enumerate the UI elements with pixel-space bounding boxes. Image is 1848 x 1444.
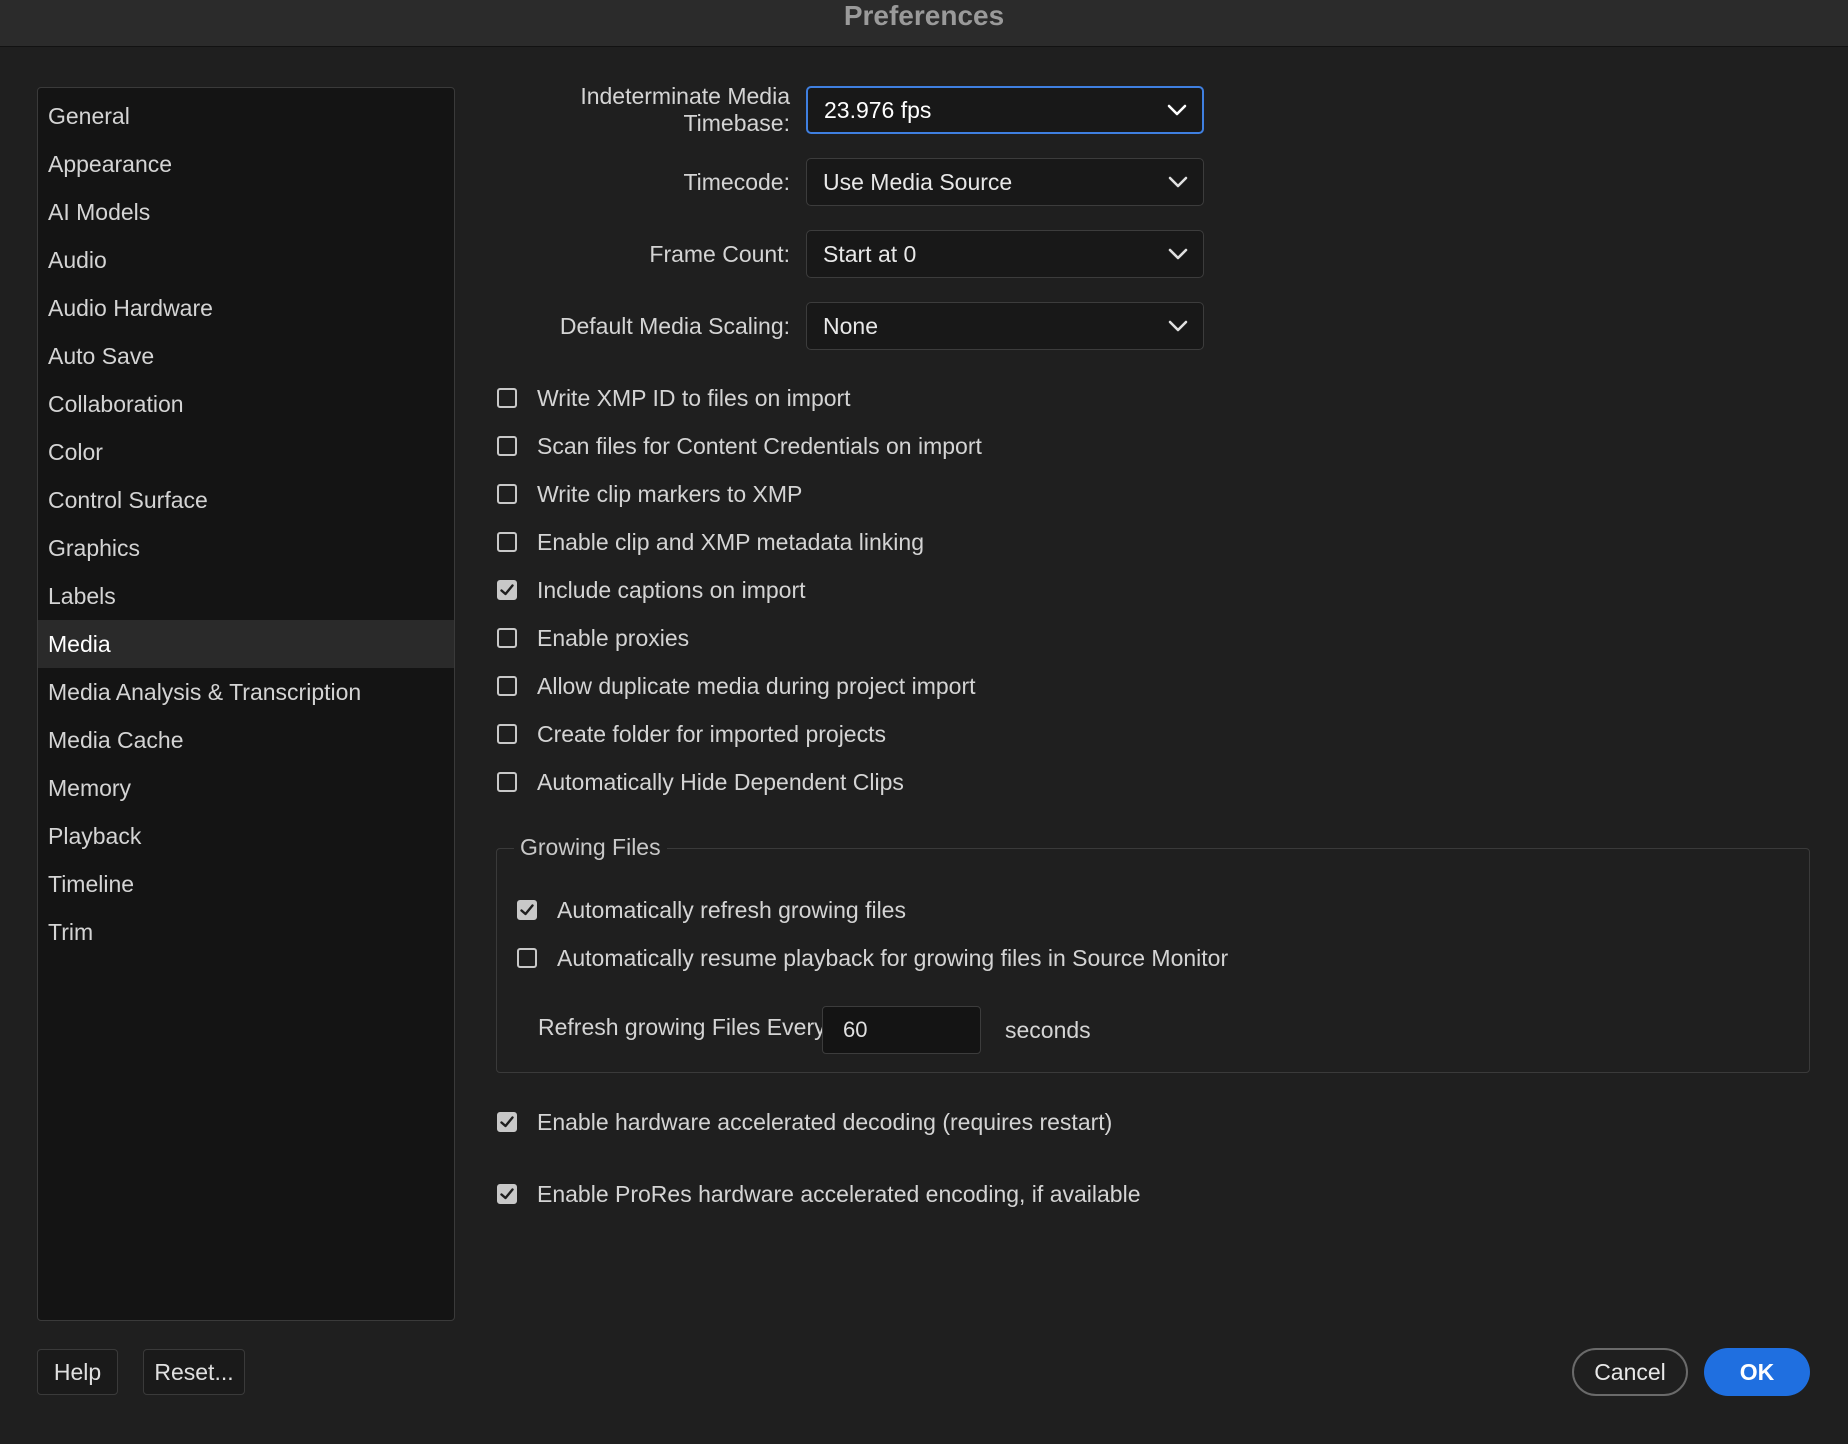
cancel-button[interactable]: Cancel bbox=[1572, 1348, 1688, 1396]
checkbox[interactable] bbox=[497, 724, 517, 744]
sidebar-item-general[interactable]: General bbox=[38, 92, 454, 140]
checkbox[interactable] bbox=[497, 388, 517, 408]
sidebar-item-audio-hardware[interactable]: Audio Hardware bbox=[38, 284, 454, 332]
sidebar-item-media-analysis[interactable]: Media Analysis & Transcription bbox=[38, 668, 454, 716]
prores-encoding-checkbox-row[interactable]: Enable ProRes hardware accelerated encod… bbox=[497, 1174, 1140, 1214]
checkbox-label: Enable hardware accelerated decoding (re… bbox=[537, 1108, 1113, 1135]
sidebar-item-trim[interactable]: Trim bbox=[38, 908, 454, 956]
chevron-down-icon bbox=[1167, 243, 1189, 265]
scan-content-credentials-checkbox-row[interactable]: Scan files for Content Credentials on im… bbox=[497, 426, 982, 466]
checkmark-icon bbox=[500, 584, 514, 596]
checkbox-label: Include captions on import bbox=[537, 576, 806, 603]
sidebar-item-control-surface[interactable]: Control Surface bbox=[38, 476, 454, 524]
timebase-label: Indeterminate Media Timebase: bbox=[580, 83, 790, 136]
checkbox-label: Write XMP ID to files on import bbox=[537, 384, 851, 411]
hide-dependent-clips-checkbox-row[interactable]: Automatically Hide Dependent Clips bbox=[497, 762, 904, 802]
frame-count-row: Frame Count: Start at 0 bbox=[480, 229, 1222, 279]
sidebar-item-labels[interactable]: Labels bbox=[38, 572, 454, 620]
sidebar-item-appearance[interactable]: Appearance bbox=[38, 140, 454, 188]
checkmark-icon bbox=[500, 1188, 514, 1200]
checkbox[interactable] bbox=[497, 772, 517, 792]
hw-decoding-checkbox-row[interactable]: Enable hardware accelerated decoding (re… bbox=[497, 1102, 1112, 1142]
refresh-interval-input[interactable]: 60 bbox=[822, 1006, 981, 1054]
chevron-down-icon bbox=[1167, 171, 1189, 193]
checkmark-icon bbox=[500, 1116, 514, 1128]
refresh-unit-label: seconds bbox=[1005, 1017, 1091, 1043]
sidebar-item-media-cache[interactable]: Media Cache bbox=[38, 716, 454, 764]
refresh-interval-label: Refresh growing Files Every bbox=[538, 1014, 826, 1040]
checkbox[interactable] bbox=[497, 484, 517, 504]
timecode-value: Use Media Source bbox=[823, 168, 1013, 195]
frame-count-value: Start at 0 bbox=[823, 240, 917, 267]
growing-files-legend: Growing Files bbox=[514, 834, 667, 861]
preferences-sidebar: General Appearance AI Models Audio Audio… bbox=[37, 87, 455, 1321]
timecode-label: Timecode: bbox=[683, 168, 790, 195]
chevron-down-icon bbox=[1167, 315, 1189, 337]
auto-refresh-growing-checkbox-row[interactable]: Automatically refresh growing files bbox=[517, 890, 906, 930]
enable-proxies-checkbox-row[interactable]: Enable proxies bbox=[497, 618, 689, 658]
sidebar-item-auto-save[interactable]: Auto Save bbox=[38, 332, 454, 380]
preferences-dialog: Preferences General Appearance AI Models… bbox=[0, 0, 1848, 1444]
scaling-label: Default Media Scaling: bbox=[559, 312, 790, 339]
reset-button[interactable]: Reset... bbox=[143, 1349, 245, 1395]
ok-button[interactable]: OK bbox=[1704, 1348, 1810, 1396]
write-clip-markers-checkbox-row[interactable]: Write clip markers to XMP bbox=[497, 474, 802, 514]
sidebar-item-timeline[interactable]: Timeline bbox=[38, 860, 454, 908]
checkbox-checked[interactable] bbox=[497, 580, 517, 600]
allow-duplicate-media-checkbox-row[interactable]: Allow duplicate media during project imp… bbox=[497, 666, 976, 706]
frame-count-select[interactable]: Start at 0 bbox=[806, 230, 1204, 278]
timebase-row: Indeterminate Media Timebase: 23.976 fps bbox=[480, 83, 1222, 136]
checkbox-label: Automatically Hide Dependent Clips bbox=[537, 768, 904, 795]
dialog-title: Preferences bbox=[843, 0, 1005, 31]
title-bar: Preferences bbox=[0, 0, 1848, 47]
sidebar-item-color[interactable]: Color bbox=[38, 428, 454, 476]
checkbox-label: Write clip markers to XMP bbox=[537, 480, 803, 507]
checkbox-checked[interactable] bbox=[517, 900, 537, 920]
sidebar-item-audio[interactable]: Audio bbox=[38, 236, 454, 284]
checkbox[interactable] bbox=[497, 628, 517, 648]
timecode-select[interactable]: Use Media Source bbox=[806, 158, 1204, 206]
sidebar-item-ai-models[interactable]: AI Models bbox=[38, 188, 454, 236]
timecode-row: Timecode: Use Media Source bbox=[480, 157, 1222, 207]
checkbox-label: Enable proxies bbox=[537, 624, 690, 651]
sidebar-item-graphics[interactable]: Graphics bbox=[38, 524, 454, 572]
checkbox-label: Enable ProRes hardware accelerated encod… bbox=[537, 1180, 1141, 1207]
auto-resume-playback-checkbox-row[interactable]: Automatically resume playback for growin… bbox=[517, 938, 1228, 978]
help-button[interactable]: Help bbox=[37, 1349, 118, 1395]
sidebar-item-collaboration[interactable]: Collaboration bbox=[38, 380, 454, 428]
checkmark-icon bbox=[520, 904, 534, 916]
checkbox-label: Automatically resume playback for growin… bbox=[557, 944, 1229, 971]
write-xmp-id-checkbox-row[interactable]: Write XMP ID to files on import bbox=[497, 378, 851, 418]
sidebar-item-media[interactable]: Media bbox=[38, 620, 454, 668]
checkbox-label: Allow duplicate media during project imp… bbox=[537, 672, 976, 699]
timebase-value: 23.976 fps bbox=[824, 96, 932, 123]
checkbox-label: Scan files for Content Credentials on im… bbox=[537, 432, 982, 459]
scaling-row: Default Media Scaling: None bbox=[480, 301, 1222, 351]
scaling-value: None bbox=[823, 312, 878, 339]
checkbox[interactable] bbox=[497, 436, 517, 456]
checkbox-label: Automatically refresh growing files bbox=[557, 896, 906, 923]
include-captions-checkbox-row[interactable]: Include captions on import bbox=[497, 570, 806, 610]
chevron-down-icon bbox=[1166, 99, 1188, 121]
sidebar-item-memory[interactable]: Memory bbox=[38, 764, 454, 812]
create-folder-checkbox-row[interactable]: Create folder for imported projects bbox=[497, 714, 886, 754]
frame-count-label: Frame Count: bbox=[649, 240, 790, 267]
timebase-select[interactable]: 23.976 fps bbox=[806, 86, 1204, 134]
checkbox-checked[interactable] bbox=[497, 1112, 517, 1132]
checkbox[interactable] bbox=[497, 676, 517, 696]
checkbox-label: Create folder for imported projects bbox=[537, 720, 886, 747]
checkbox[interactable] bbox=[517, 948, 537, 968]
checkbox[interactable] bbox=[497, 532, 517, 552]
checkbox-label: Enable clip and XMP metadata linking bbox=[537, 528, 924, 555]
sidebar-item-playback[interactable]: Playback bbox=[38, 812, 454, 860]
scaling-select[interactable]: None bbox=[806, 302, 1204, 350]
checkbox-checked[interactable] bbox=[497, 1184, 517, 1204]
metadata-linking-checkbox-row[interactable]: Enable clip and XMP metadata linking bbox=[497, 522, 924, 562]
